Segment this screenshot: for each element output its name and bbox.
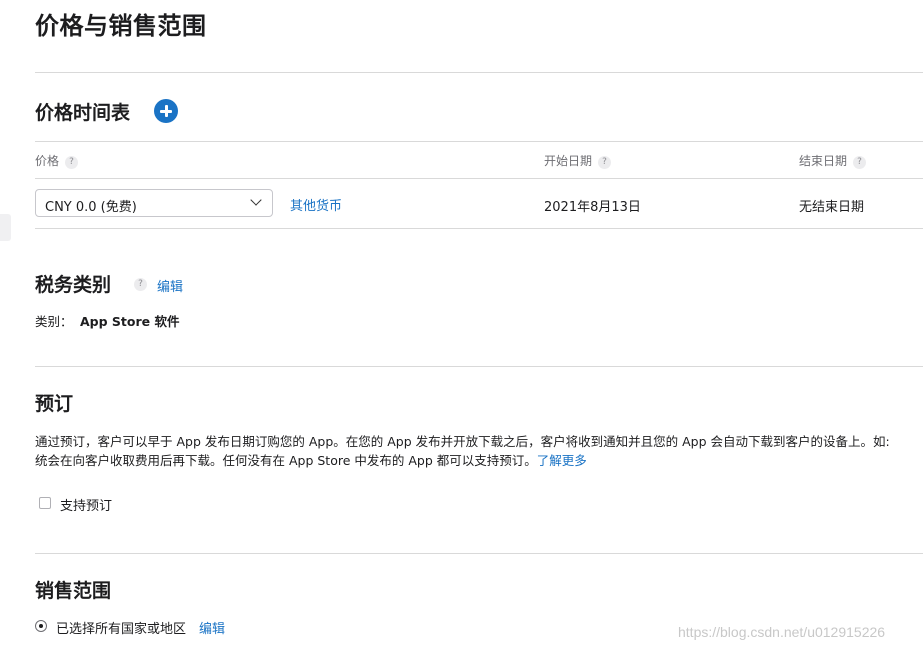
column-header-price: 价格? (35, 152, 79, 169)
price-select-value: CNY 0.0 (免费) (45, 200, 137, 215)
help-icon[interactable]: ? (598, 156, 612, 169)
preorder-description: 通过预订，客户可以早于 App 发布日期订购您的 App。在您的 App 发布并… (35, 432, 923, 470)
preorder-checkbox-label: 支持预订 (60, 499, 113, 514)
tax-category-label: 类别： (35, 314, 73, 329)
price-select[interactable]: CNY 0.0 (免费) (35, 189, 273, 217)
divider (35, 366, 923, 367)
preorder-description-text: 统会在向客户收取费用后再下载。任何没有在 App Store 中发布的 App … (35, 453, 537, 468)
help-icon[interactable]: ? (65, 156, 79, 169)
preorder-checkbox[interactable] (39, 497, 51, 509)
preorder-title: 预订 (35, 393, 74, 415)
column-header-start-date: 开始日期? (544, 152, 612, 169)
preorder-description-line: 统会在向客户收取费用后再下载。任何没有在 App Store 中发布的 App … (35, 451, 923, 470)
help-icon[interactable]: ? (853, 156, 867, 169)
price-schedule-title: 价格时间表 (35, 102, 131, 124)
tax-category-title: 税务类别 (35, 274, 112, 296)
sidebar-edge-tab[interactable] (0, 214, 11, 241)
page-title: 价格与销售范围 (35, 12, 207, 40)
tax-category-value: App Store 软件 (80, 314, 180, 329)
column-header-label: 开始日期 (544, 154, 593, 168)
column-header-label: 价格 (35, 154, 60, 168)
chevron-down-icon (250, 194, 262, 206)
price-and-availability-page: 价格与销售范围 价格时间表 价格? 开始日期? 结束日期? CNY 0.0 (免… (0, 0, 923, 651)
all-countries-label: 已选择所有国家或地区 (56, 622, 187, 637)
all-countries-radio[interactable] (35, 620, 47, 632)
divider (35, 141, 923, 142)
availability-edit-link[interactable]: 编辑 (199, 618, 225, 637)
column-header-label: 结束日期 (799, 154, 848, 168)
availability-title: 销售范围 (35, 580, 112, 602)
start-date-value: 2021年8月13日 (544, 200, 641, 215)
watermark: https://blog.csdn.net/u012915226 (678, 624, 886, 640)
divider (35, 178, 923, 179)
divider (35, 553, 923, 554)
end-date-value: 无结束日期 (799, 200, 865, 215)
tax-edit-link[interactable]: 编辑 (157, 276, 183, 295)
divider (35, 72, 923, 73)
plus-circle-icon[interactable] (154, 99, 178, 123)
learn-more-link[interactable]: 了解更多 (537, 453, 587, 468)
other-currency-link[interactable]: 其他货币 (290, 195, 342, 214)
column-header-end-date: 结束日期? (799, 152, 867, 169)
preorder-description-line: 通过预订，客户可以早于 App 发布日期订购您的 App。在您的 App 发布并… (35, 434, 890, 449)
divider (35, 228, 923, 229)
help-icon[interactable]: ? (134, 278, 147, 291)
